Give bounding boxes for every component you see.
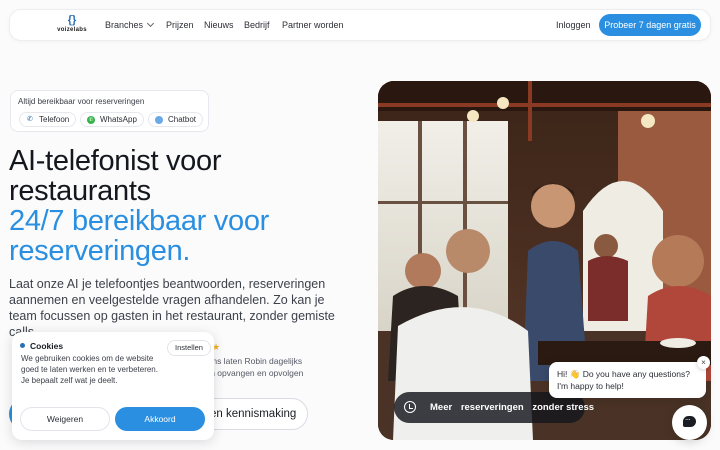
logo-mark: {} (67, 14, 77, 26)
headline-line-1: AI-telefonist voor (9, 145, 222, 177)
chip-label: Telefoon (39, 115, 70, 124)
cookie-accept-button[interactable]: Akkoord (115, 407, 205, 431)
nav-bedrijf[interactable]: Bedrijf (244, 20, 270, 30)
close-icon[interactable]: × (697, 356, 710, 369)
cookie-banner: Cookies Instellen We gebruiken cookies o… (12, 332, 214, 440)
nav-prijzen[interactable]: Prijzen (166, 20, 194, 30)
chat-greeting-text: Hi! 👋 Do you have any questions? I'm hap… (557, 369, 690, 391)
channels-card: Altijd bereikbaar voor reserveringen ✆ T… (10, 90, 209, 132)
chip-label: Chatbot (168, 115, 197, 124)
chip-whatsapp: ✆ WhatsApp (80, 112, 144, 127)
headline-line-2: restaurants (9, 175, 151, 207)
hero-headline: AI-telefonist voor restaurants 24/7 bere… (9, 146, 269, 266)
chip-telefoon: ✆ Telefoon (19, 112, 77, 127)
cookie-title: Cookies (30, 341, 64, 351)
channels-card-title: Altijd bereikbaar voor reserveringen (18, 97, 145, 106)
pill-word-1: Meer (430, 402, 453, 413)
cookie-dot-icon (20, 343, 25, 348)
hero-feature-text: Meer reserveringen zonder stress (430, 402, 600, 413)
phone-icon: ✆ (27, 116, 33, 123)
hero-lead-text: Laat onze AI je telefoontjes beantwoorde… (9, 277, 335, 339)
cookie-reject-button[interactable]: Weigeren (20, 407, 110, 431)
nav-partner-worden[interactable]: Partner worden (282, 20, 344, 30)
login-link[interactable]: Inloggen (556, 20, 591, 30)
nav-nieuws[interactable]: Nieuws (204, 20, 234, 30)
chat-launcher-button[interactable] (672, 405, 707, 440)
pill-word-2: reserveringen (460, 402, 524, 413)
pill-word-3: zonder stress (532, 402, 595, 413)
chevron-down-icon (146, 19, 155, 28)
logo[interactable]: {} voizelabs (50, 14, 94, 38)
whatsapp-icon: ✆ (87, 116, 95, 124)
nav-branches-label: Branches (105, 20, 144, 30)
chip-label: WhatsApp (100, 115, 137, 124)
chatbot-icon (155, 116, 163, 124)
cookie-settings-button[interactable]: Instellen (167, 340, 211, 356)
top-navbar: {} voizelabs Branches Prijzen Nieuws Bed… (9, 9, 711, 41)
chat-greeting-bubble[interactable]: Hi! 👋 Do you have any questions? I'm hap… (549, 362, 706, 398)
chip-chatbot: Chatbot (148, 112, 204, 127)
chat-icon (683, 413, 696, 427)
cookie-text: We gebruiken cookies om de website goed … (21, 354, 158, 385)
headline-accent-line-1: 24/7 bereikbaar voor (9, 205, 269, 237)
nav-branches[interactable]: Branches (105, 19, 155, 30)
logo-text: voizelabs (57, 27, 87, 33)
headline-accent-line-2: reserveringen. (9, 235, 191, 267)
page: {} voizelabs Branches Prijzen Nieuws Bed… (0, 0, 720, 450)
clock-icon (404, 401, 416, 413)
free-trial-button[interactable]: Probeer 7 dagen gratis (599, 14, 701, 36)
